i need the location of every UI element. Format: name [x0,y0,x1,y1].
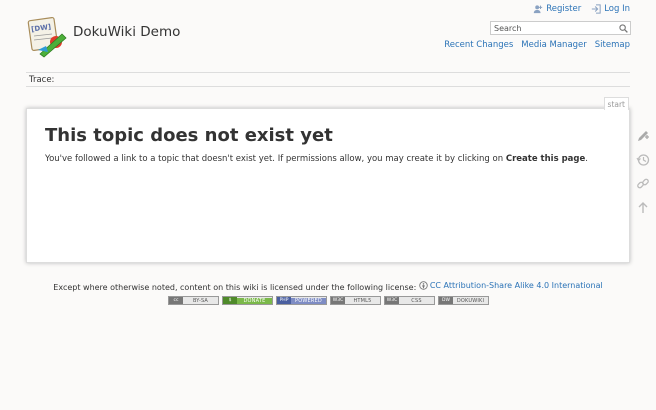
cc-license-badge[interactable]: cc BY-SA [168,296,219,305]
badge-right: BY-SA [192,297,209,304]
search-form [490,21,631,35]
badge-right: DOKUWIKI [456,297,485,304]
w3c-css-badge[interactable]: W3C CSS [384,296,435,305]
badge-left: PHP [277,297,291,304]
badge-right: CSS [411,297,422,304]
page-title: This topic does not exist yet [45,125,333,146]
badge-left: W3C [331,297,345,304]
license-link-text: CC Attribution-Share Alike 4.0 Internati… [429,281,603,290]
badge-left: W3C [385,297,399,304]
backlinks-button[interactable] [635,176,651,191]
recent-changes-link[interactable]: Recent Changes [444,40,513,50]
badge-right: DONATE [237,297,272,304]
register-link[interactable]: Register [533,4,581,14]
old-revisions-icon [636,153,650,166]
old-revisions-button[interactable] [635,152,651,167]
badge-right: POWERED [291,297,326,304]
site-tools: Recent Changes Media Manager Sitemap [444,40,630,50]
license-notice: Except where otherwise noted, content on… [0,281,656,292]
search-input[interactable] [491,22,617,34]
login-icon [592,4,601,14]
sitemap-link[interactable]: Sitemap [595,40,630,50]
badge-left: DW [439,297,453,304]
back-to-top-button[interactable] [635,200,651,215]
create-page-hint: Create this page [505,154,586,164]
login-link[interactable]: Log In [591,4,630,14]
page-content: start This topic does not exist yet You'… [26,97,630,263]
create-page-button[interactable] [635,128,651,143]
cc-icon [419,281,428,290]
trace-label: Trace: [29,74,55,85]
header: [DW] DokuWiki Demo Register Log In Searc… [0,0,656,70]
dokuwiki-badge[interactable]: DW DOKUWIKI [438,296,489,305]
license-text: Except where otherwise noted, content on… [53,283,417,292]
register-label: Register [546,4,582,14]
backlinks-icon [637,178,649,188]
license-link[interactable]: CC Attribution-Share Alike 4.0 Internati… [419,281,603,290]
page-message-end: . [585,154,588,164]
page-id: start [603,97,629,110]
breadcrumb-trace: Trace: [26,72,630,87]
badge-left: $ [223,297,237,304]
back-to-top-icon [638,201,648,213]
w3c-html5-badge[interactable]: W3C HTML5 [330,296,381,305]
page-message: You've followed a link to a topic that d… [45,154,588,164]
donate-badge[interactable]: $ DONATE [222,296,273,305]
footer-badges: cc BY-SA $ DONATE PHP POWERED W3C HTML5 W3C C… [168,296,489,305]
media-manager-link[interactable]: Media Manager [521,40,587,50]
search-button[interactable] [617,22,630,34]
site-title[interactable]: DokuWiki Demo [73,24,180,40]
register-icon [534,5,543,14]
user-tools: Register Log In [533,4,630,14]
badge-left: cc [169,297,183,304]
page-message-text: You've followed a link to a topic that d… [45,154,506,164]
search-icon [619,23,628,33]
badge-right: HTML5 [353,297,372,304]
login-label: Log In [604,4,630,14]
php-powered-badge[interactable]: PHP POWERED [276,296,327,305]
dokuwiki-logo-icon[interactable]: [DW] [26,16,68,58]
create-page-icon [638,130,649,141]
page-tools [635,128,651,215]
